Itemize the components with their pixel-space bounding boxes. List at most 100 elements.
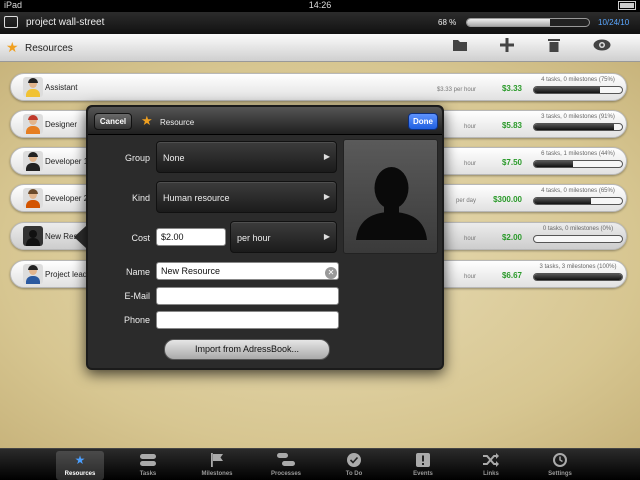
check-icon (330, 453, 378, 469)
developer-2-avatar (23, 188, 43, 208)
resource-amount: $300.00 (493, 195, 522, 204)
resource-rate: per day (455, 198, 476, 204)
resource-tasks: 3 tasks, 3 milestones (100%) (539, 264, 617, 270)
resource-name: Designer (45, 120, 78, 129)
tab-todo[interactable]: To Do (330, 451, 378, 480)
resource-progress-fill (534, 198, 592, 204)
trash-icon[interactable] (544, 38, 564, 56)
folder-icon[interactable] (450, 38, 470, 56)
resource-progress-bar (533, 235, 623, 243)
tab-settings[interactable]: Settings (536, 451, 584, 480)
resource-rate: hour (463, 124, 476, 130)
group-selector[interactable]: None ▶ (156, 141, 337, 173)
developer-1-avatar (23, 151, 43, 171)
resource-progress-fill (534, 274, 622, 280)
resource-amount: $2.00 (501, 233, 522, 242)
cost-unit-selector[interactable]: per hour ▶ (230, 221, 337, 253)
tab-label: Links (483, 471, 499, 477)
resource-popover: Cancel ★ Resource Done Group None ▶ Kind… (86, 105, 444, 370)
kind-selector[interactable]: Human resource ▶ (156, 181, 337, 213)
resource-rate: hour (463, 236, 476, 242)
tab-links[interactable]: Links (467, 451, 515, 480)
name-input[interactable] (156, 262, 339, 280)
phone-input[interactable] (156, 311, 339, 329)
eye-icon[interactable] (592, 38, 612, 55)
chevron-right-icon: ▶ (323, 232, 330, 241)
shuffle-icon (467, 453, 515, 469)
resource-row-assistant[interactable]: Assistant $3.33 per hour $3.33 4 tasks, … (10, 73, 627, 101)
star-icon: ★ (74, 453, 86, 467)
tab-label: To Do (345, 471, 363, 477)
import-addressbook-button[interactable]: Import from AdressBook... (164, 339, 330, 360)
resource-progress-bar (533, 160, 623, 168)
resource-photo[interactable] (343, 139, 438, 254)
kind-label: Kind (131, 193, 150, 203)
resource-rate: $3.33 per hour (436, 87, 476, 93)
project-percent: 68 % (438, 18, 457, 27)
page-title: Resources (25, 43, 73, 54)
chevron-right-icon: ▶ (323, 152, 330, 161)
email-input[interactable] (156, 287, 339, 305)
resource-name: Project lead (45, 270, 88, 279)
resource-amount: $7.50 (501, 158, 522, 167)
kind-value: Human resource (163, 193, 230, 203)
resource-tasks: 0 tasks, 0 milestones (0%) (542, 226, 614, 232)
project-lead-avatar (23, 264, 43, 284)
resource-rate: hour (463, 274, 476, 280)
resource-progress-fill (534, 87, 600, 93)
tab-label: Milestones (201, 471, 233, 477)
tab-label: Processes (270, 471, 302, 477)
project-date: 10/24/10 (598, 18, 630, 27)
project-name: project wall-street (26, 17, 105, 28)
tab-tasks[interactable]: Tasks (124, 451, 172, 480)
clock-icon (536, 453, 584, 469)
battery-icon (618, 1, 636, 10)
assistant-avatar (23, 77, 43, 97)
resource-progress-fill (534, 124, 615, 130)
new-resource-avatar (23, 226, 43, 246)
tab-label: Tasks (139, 471, 157, 477)
clear-icon[interactable]: ✕ (325, 267, 337, 279)
resource-tasks: 3 tasks, 0 milestones (91%) (541, 114, 615, 120)
resource-amount: $6.67 (501, 271, 522, 280)
cancel-button[interactable]: Cancel (94, 113, 132, 130)
star-icon: ★ (6, 39, 19, 55)
tab-resources[interactable]: ★ Resources (56, 451, 104, 480)
resource-progress-fill (534, 161, 573, 167)
designer-avatar (23, 114, 43, 134)
tab-processes[interactable]: Processes (262, 451, 310, 480)
resource-name: Developer 1 (45, 157, 89, 166)
resource-amount: $3.33 (501, 84, 522, 93)
name-label: Name (125, 267, 150, 277)
cost-label: Cost (131, 233, 150, 243)
project-bar: project wall-street 68 % 10/24/10 (0, 12, 640, 34)
group-value: None (163, 153, 185, 163)
tab-bar: ★ Resources Tasks Milestones Processes T… (0, 448, 640, 480)
resource-name: Developer 2 (45, 194, 89, 203)
tab-milestones[interactable]: Milestones (193, 451, 241, 480)
star-icon: ★ (141, 113, 153, 128)
tab-label: Resources (64, 471, 96, 477)
add-icon[interactable] (497, 38, 517, 56)
resource-progress-bar (533, 273, 623, 281)
processes-icon (262, 453, 310, 469)
cost-input[interactable] (156, 228, 226, 246)
book-icon[interactable] (4, 16, 18, 28)
resource-amount: $5.83 (501, 121, 522, 130)
resource-rate: hour (463, 161, 476, 167)
clock: 14:26 (308, 0, 332, 10)
tasks-icon (124, 453, 172, 469)
resource-name: Assistant (45, 83, 78, 92)
resource-tasks: 4 tasks, 0 milestones (75%) (541, 77, 615, 83)
popover-title: Resource (160, 118, 195, 127)
tab-label: Events (413, 471, 433, 477)
resource-progress-bar (533, 86, 623, 94)
flag-icon (193, 453, 241, 469)
group-label: Group (124, 153, 150, 163)
done-button[interactable]: Done (408, 113, 438, 130)
tab-events[interactable]: Events (399, 451, 447, 480)
toolbar: ★ Resources (0, 34, 640, 62)
email-label: E-Mail (124, 291, 150, 301)
popover-header: Cancel ★ Resource Done (88, 107, 442, 135)
project-progress-bar (466, 18, 590, 27)
